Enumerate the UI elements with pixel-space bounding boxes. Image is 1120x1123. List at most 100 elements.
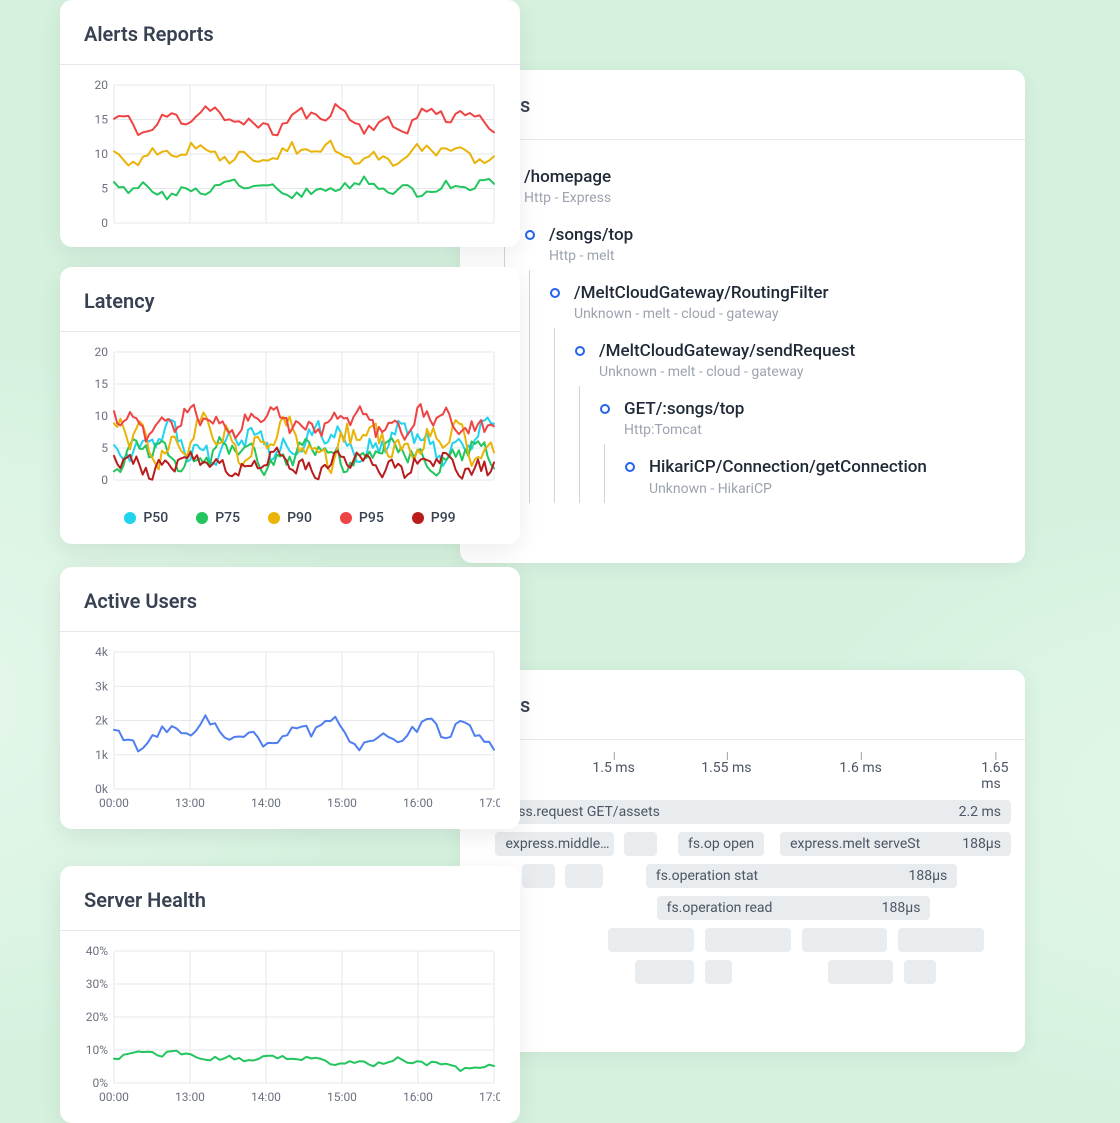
timeline-tick: 1.65 ms xyxy=(981,760,1008,792)
timeline-bar[interactable] xyxy=(904,960,936,984)
timeline-bar[interactable] xyxy=(705,960,732,984)
timeline-bar[interactable]: express.melt serveSt 188µs xyxy=(780,832,1011,856)
trace-title: GET/:songs/top xyxy=(624,398,995,420)
svg-text:14:00: 14:00 xyxy=(251,1090,281,1104)
trace-dot xyxy=(625,462,635,472)
legend-item: P99 xyxy=(412,510,456,526)
svg-text:20: 20 xyxy=(95,79,109,92)
timeline-bar[interactable] xyxy=(828,960,892,984)
trace-sub: Unknown - melt - cloud - gateway xyxy=(599,364,995,380)
svg-text:10: 10 xyxy=(95,409,109,423)
timeline-bar[interactable] xyxy=(635,960,694,984)
svg-text:20%: 20% xyxy=(86,1010,108,1024)
svg-text:10%: 10% xyxy=(86,1043,108,1057)
timeline-bar[interactable]: fs.operation stat188µs xyxy=(646,864,957,888)
timeline-bar[interactable]: express.middle… xyxy=(495,832,613,856)
timeline-panel: s s1.5 ms1.55 ms1.6 ms1.65 ms express.re… xyxy=(460,670,1025,1052)
trace-title: /homepage xyxy=(524,166,995,188)
timeline-bar[interactable]: fs.operation read188µs xyxy=(657,896,931,920)
latency-chart: 05101520 xyxy=(80,346,500,486)
svg-text:5: 5 xyxy=(101,441,108,455)
bar-duration: 2.2 ms xyxy=(949,804,1001,820)
timeline-bar[interactable] xyxy=(608,928,694,952)
legend-item: P95 xyxy=(340,510,384,526)
bar-duration: 188µs xyxy=(872,900,921,916)
svg-text:15: 15 xyxy=(95,113,109,127)
trace-sub: Unknown - HikariCP xyxy=(649,481,995,497)
bar-label: express.middle… xyxy=(505,836,609,852)
trace-dot xyxy=(575,346,585,356)
trace-title: /MeltCloudGateway/sendRequest xyxy=(599,340,995,362)
svg-text:15:00: 15:00 xyxy=(327,796,357,810)
legend-dot xyxy=(340,512,352,524)
legend-dot xyxy=(268,512,280,524)
timeline-row: express.request GET/assets2.2 ms xyxy=(474,800,1011,826)
trace-sub: Unknown - melt - cloud - gateway xyxy=(574,306,995,322)
trace-node[interactable]: GET/:songs/top Http:Tomcat HikariCP/Conn… xyxy=(600,386,995,502)
timeline-bar[interactable]: express.request GET/assets2.2 ms xyxy=(474,800,1011,824)
trace-panel-header: s xyxy=(460,70,1025,140)
trace-sub: Http - Express xyxy=(524,190,995,206)
trace-node[interactable]: /homepage Http - Express /songs/top Http… xyxy=(500,160,995,503)
legend-item: P50 xyxy=(124,510,168,526)
svg-text:5: 5 xyxy=(101,182,108,196)
trace-node[interactable]: HikariCP/Connection/getConnection Unknow… xyxy=(625,444,995,502)
health-title: Server Health xyxy=(60,866,520,912)
bar-label: fs.op open xyxy=(688,836,754,852)
bar-duration: 188µs xyxy=(952,836,1001,852)
legend-dot xyxy=(196,512,208,524)
timeline-bar[interactable] xyxy=(705,928,791,952)
trace-node[interactable]: /MeltCloudGateway/sendRequest Unknown - … xyxy=(575,328,995,502)
svg-text:2k: 2k xyxy=(95,714,109,728)
svg-text:1k: 1k xyxy=(95,748,109,762)
legend-label: P99 xyxy=(431,510,456,526)
svg-text:30%: 30% xyxy=(86,977,108,991)
svg-text:0k: 0k xyxy=(95,782,109,796)
timeline-bar[interactable] xyxy=(522,864,554,888)
active-chart: 0k1k2k3k4k00:0013:0014:0015:0016:0017:00 xyxy=(80,646,500,811)
bar-label: express.melt serveSt xyxy=(790,836,920,852)
health-chart: 0%10%20%30%40%00:0013:0014:0015:0016:001… xyxy=(80,945,500,1105)
trace-title: /MeltCloudGateway/RoutingFilter xyxy=(574,282,995,304)
timeline-row: express.middle… fs.op open express.melt se… xyxy=(474,832,1011,858)
trace-sub: Http:Tomcat xyxy=(624,422,995,438)
timeline-bar[interactable] xyxy=(624,832,656,856)
svg-text:17:00: 17:00 xyxy=(479,1090,500,1104)
timeline-axis: s1.5 ms1.55 ms1.6 ms1.65 ms xyxy=(474,760,1011,794)
timeline-bar[interactable] xyxy=(565,864,603,888)
active-card: Active Users 0k1k2k3k4k00:0013:0014:0015… xyxy=(60,567,520,829)
timeline-bar[interactable] xyxy=(898,928,984,952)
svg-text:0%: 0% xyxy=(92,1076,108,1090)
timeline-bar[interactable]: fs.op open xyxy=(678,832,764,856)
timeline-tick: 1.55 ms xyxy=(701,760,751,776)
legend-item: P90 xyxy=(268,510,312,526)
trace-title: HikariCP/Connection/getConnection xyxy=(649,456,995,478)
latency-legend: P50 P75 P90 P95 P99 xyxy=(60,504,520,544)
latency-card: Latency 05101520 P50P75P90P95P99 xyxy=(60,267,520,544)
svg-text:17:00: 17:00 xyxy=(479,796,500,810)
trace-dot xyxy=(600,404,610,414)
timeline-row xyxy=(474,928,1011,954)
timeline-bars: express.request GET/assets2.2 ms express.… xyxy=(474,800,1011,986)
trace-node[interactable]: /songs/top Http - melt /MeltCloudGateway… xyxy=(525,212,995,502)
bar-label: fs.operation stat xyxy=(656,868,758,884)
latency-title: Latency xyxy=(60,267,520,313)
timeline-row xyxy=(474,960,1011,986)
svg-text:15:00: 15:00 xyxy=(327,1090,357,1104)
trace-dot xyxy=(525,230,535,240)
svg-text:10: 10 xyxy=(95,147,109,161)
trace-title: /songs/top xyxy=(549,224,995,246)
timeline-row: fs.operation read188µs xyxy=(474,896,1011,922)
svg-text:14:00: 14:00 xyxy=(251,796,281,810)
timeline-bar[interactable] xyxy=(802,928,888,952)
active-title: Active Users xyxy=(60,567,520,613)
legend-label: P75 xyxy=(215,510,240,526)
timeline-tick: 1.6 ms xyxy=(839,760,881,776)
timeline-row: fs.operation stat188µs xyxy=(474,864,1011,890)
health-card: Server Health 0%10%20%30%40%00:0013:0014… xyxy=(60,866,520,1123)
trace-panel: s /homepage Http - Express /songs/top Ht… xyxy=(460,70,1025,563)
svg-text:13:00: 13:00 xyxy=(175,796,205,810)
trace-node[interactable]: /MeltCloudGateway/RoutingFilter Unknown … xyxy=(550,270,995,502)
timeline-tick: 1.5 ms xyxy=(592,760,634,776)
trace-sub: Http - melt xyxy=(549,248,995,264)
